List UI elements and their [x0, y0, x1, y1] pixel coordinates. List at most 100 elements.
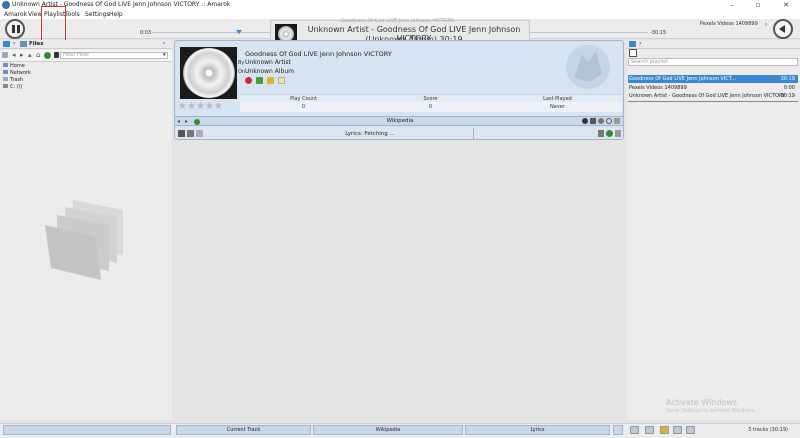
- elapsed-time: 0:03: [140, 30, 152, 36]
- star-icon[interactable]: ★: [187, 102, 196, 112]
- filter-dropdown-icon[interactable]: ▾: [163, 52, 166, 58]
- place-label: Trash: [10, 77, 24, 83]
- osd-watermark-text: Goodness Of God LIVE Jenn Johnson VICTOR…: [341, 18, 454, 24]
- flag-icon[interactable]: [255, 77, 263, 84]
- breadcrumb-more-icon[interactable]: ›: [163, 40, 165, 47]
- menu-help[interactable]: Help: [109, 11, 123, 18]
- browser-header: › Files ›: [0, 40, 172, 49]
- rating-stars[interactable]: ★★★★★: [178, 102, 223, 112]
- playlist-menu-icon[interactable]: [630, 426, 639, 434]
- forward-icon[interactable]: ▸: [20, 51, 24, 59]
- save-playlist-icon[interactable]: [645, 426, 654, 434]
- playlist-row[interactable]: Unknown Artist - Goodness Of God LIVE Je…: [628, 92, 798, 100]
- lyrics-status: Lyrics: Fetching ...: [345, 131, 395, 137]
- playlist-icon[interactable]: [629, 41, 636, 47]
- wrench-icon[interactable]: [614, 118, 620, 124]
- progress-handle[interactable]: [236, 30, 242, 34]
- drive-icon: [3, 84, 8, 88]
- menu-settings[interactable]: Settings: [85, 11, 110, 18]
- export-icon[interactable]: [686, 426, 695, 434]
- refresh-icon[interactable]: [606, 130, 613, 137]
- track-actions: [245, 77, 287, 86]
- pause-icon: [12, 25, 15, 33]
- star-icon[interactable]: ★: [196, 102, 205, 112]
- note-icon[interactable]: [277, 77, 285, 84]
- edit-lyrics-icon[interactable]: [178, 130, 185, 137]
- maximize-button[interactable]: ▫: [748, 0, 768, 10]
- star-icon[interactable]: ★: [214, 102, 223, 112]
- playlist-row-length: 0:00: [783, 85, 795, 91]
- remaining-time: -30:15: [650, 30, 667, 36]
- track-artist[interactable]: Unknown Artist: [245, 59, 291, 66]
- minimize-button[interactable]: –: [722, 0, 742, 10]
- next-track-label[interactable]: Pexels Videos 1409899: [700, 21, 758, 27]
- menu-tools[interactable]: Tools: [65, 11, 80, 18]
- lyrics-options-icon[interactable]: [598, 130, 604, 137]
- browser-home-icon[interactable]: [3, 41, 10, 47]
- home-icon[interactable]: ⌂: [36, 51, 40, 59]
- wikipedia-title: Wikipedia: [386, 118, 414, 124]
- pause-button[interactable]: [5, 19, 25, 39]
- browser-bottom-tab[interactable]: [3, 425, 171, 435]
- place-network[interactable]: Network: [3, 70, 31, 76]
- close-button[interactable]: ✕: [776, 0, 796, 10]
- activation-watermark-title: Activate Windows: [666, 398, 738, 407]
- back-icon[interactable]: ◂: [177, 118, 180, 125]
- amarok-app-icon: [2, 1, 10, 9]
- place-trash[interactable]: Trash: [3, 77, 23, 83]
- playlist-row-title: Unknown Artist - Goodness Of God LIVE Je…: [629, 93, 786, 99]
- browser-breadcrumb[interactable]: Files: [29, 41, 44, 47]
- edit-icon[interactable]: [266, 77, 274, 84]
- play-count-value: 0: [301, 104, 306, 110]
- stats-header: Play Count Score Last Played: [240, 94, 622, 102]
- cd-icon[interactable]: [629, 49, 637, 57]
- place-label: C: (\): [10, 84, 23, 90]
- wrench-icon[interactable]: [615, 130, 621, 137]
- folder-watermark-icon: [45, 200, 123, 280]
- album-icon[interactable]: [590, 118, 596, 124]
- menu-icon[interactable]: [2, 52, 8, 58]
- track-icon[interactable]: [598, 118, 604, 124]
- cd-icon: [183, 48, 235, 98]
- applet-settings-icon[interactable]: [613, 425, 623, 435]
- pause-icon-bar: [17, 25, 20, 33]
- tab-current-track[interactable]: Current Track: [176, 425, 311, 435]
- playlist-row-length: 30:19: [780, 93, 795, 99]
- next-arrow-icon[interactable]: ›: [765, 21, 767, 28]
- playlist-search-input[interactable]: Search playlist: [628, 58, 798, 66]
- up-icon[interactable]: ▴: [28, 51, 32, 59]
- tab-lyrics[interactable]: Lyrics: [465, 425, 610, 435]
- refresh-icon[interactable]: [44, 52, 51, 59]
- volume-button[interactable]: [773, 19, 793, 39]
- love-icon[interactable]: [245, 77, 252, 84]
- menu-amarok[interactable]: Amarok: [4, 11, 27, 18]
- breadcrumb-arrow-icon[interactable]: ›: [13, 40, 15, 47]
- playlist-row[interactable]: Goodness Of God LIVE Jenn Johnson VICT..…: [628, 75, 798, 83]
- back-icon[interactable]: ◂: [12, 51, 16, 59]
- save-icon[interactable]: [187, 130, 194, 137]
- tab-wikipedia[interactable]: Wikipedia: [313, 425, 463, 435]
- playlist-row-length: 30:19: [780, 76, 795, 82]
- playlist-row[interactable]: Pexels Videos 1409899 0:00: [628, 84, 798, 92]
- folder-icon: [20, 41, 27, 47]
- star-icon[interactable]: ★: [205, 102, 214, 112]
- font-icon[interactable]: [196, 130, 203, 137]
- forward-icon[interactable]: ▸: [185, 118, 188, 125]
- queue-icon[interactable]: [660, 426, 669, 434]
- track-album[interactable]: Unknown Album: [245, 68, 294, 75]
- place-home[interactable]: Home: [3, 63, 25, 69]
- playlist-row-title: Pexels Videos 1409899: [629, 85, 687, 91]
- place-label: Network: [10, 70, 31, 76]
- refresh-icon[interactable]: [194, 119, 200, 125]
- breadcrumb-arrow-icon[interactable]: ›: [639, 40, 641, 47]
- place-drive[interactable]: C: (\): [3, 84, 22, 90]
- binoculars-icon[interactable]: [54, 52, 59, 58]
- artist-icon[interactable]: [582, 118, 588, 124]
- repeat-icon[interactable]: [673, 426, 682, 434]
- filter-input[interactable]: Filter Filter: [60, 52, 168, 59]
- folder-icon: [3, 63, 8, 67]
- star-icon[interactable]: ★: [178, 102, 187, 112]
- last-played-value: Never: [550, 104, 565, 110]
- settings-icon[interactable]: [606, 118, 612, 124]
- track-title: Goodness Of God LIVE Jenn Johnson VICTOR…: [245, 50, 392, 58]
